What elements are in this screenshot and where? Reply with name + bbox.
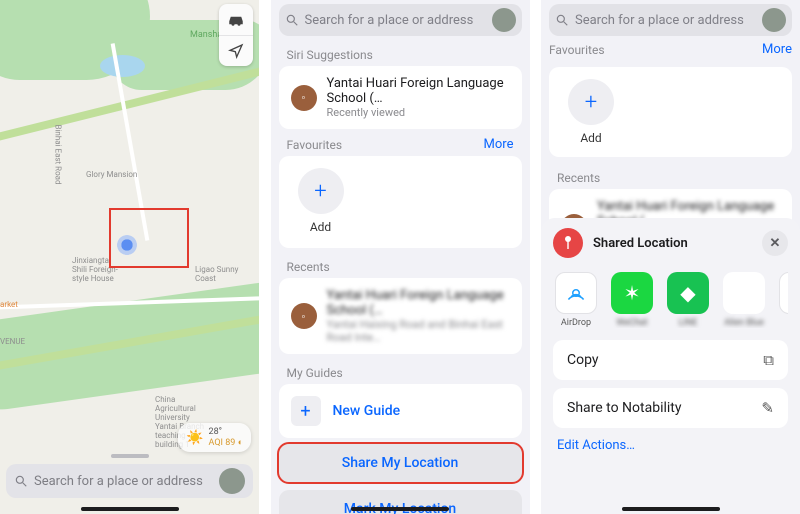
copy-label: Copy	[567, 352, 599, 368]
weather-aqi: AQI 89	[209, 438, 236, 448]
new-guide-label: New Guide	[333, 403, 401, 419]
close-icon: ✕	[770, 236, 781, 251]
favourites-add-button[interactable]: + Add	[561, 79, 621, 145]
share-target-more[interactable]: •	[779, 272, 788, 328]
place-pin-icon: ◦	[291, 85, 317, 111]
share-target-label: AirDrop	[561, 318, 591, 328]
profile-avatar[interactable]	[762, 8, 786, 32]
share-sheet-title: Shared Location	[593, 236, 688, 251]
share-target-label: LINE	[679, 318, 698, 328]
search-placeholder: Search for a place or address	[575, 13, 744, 28]
place-pin-icon: ◦	[291, 303, 317, 329]
map-label-avenue: VENUE	[0, 337, 25, 346]
favourites-add-label: Add	[580, 131, 601, 145]
map-label-ligao: Ligao Sunny Coast	[195, 265, 238, 283]
location-arrow-icon	[228, 43, 244, 59]
plus-icon: +	[568, 79, 614, 125]
plus-icon: +	[298, 168, 344, 214]
notability-label: Share to Notability	[567, 400, 682, 416]
recenter-button[interactable]	[219, 35, 253, 67]
share-target-reddit[interactable]: ☺ Alien Blue	[723, 272, 765, 328]
search-placeholder: Search for a place or address	[34, 474, 203, 489]
wechat-icon: ✶	[611, 272, 653, 314]
section-favourites-label: Favourites	[549, 43, 605, 57]
favourites-card: + Add	[279, 156, 522, 248]
recents-item[interactable]: ◦ Yantai Huari Foreign Language School (…	[279, 278, 522, 354]
share-target-label: Alien Blue	[724, 318, 764, 328]
share-target-line[interactable]: ◆ LINE	[667, 272, 709, 328]
recents-item-subtitle: Yantai Haixing Road and Binhai East Road…	[327, 318, 510, 344]
edit-actions-link[interactable]: Edit Actions…	[553, 428, 788, 453]
copy-icon: ⧉	[763, 351, 774, 369]
share-my-location-button[interactable]: Share My Location	[279, 444, 522, 482]
drawer-handle[interactable]	[111, 454, 149, 458]
favourites-card: + Add	[549, 67, 792, 157]
copy-action[interactable]: Copy ⧉	[553, 340, 788, 380]
map-label-arket: arket	[0, 300, 18, 309]
close-button[interactable]: ✕	[762, 230, 788, 256]
new-guide-button[interactable]: + New Guide	[287, 388, 514, 434]
phone-map-screen: Manshanzi Glory Mansion Jinxiangtai Shil…	[0, 0, 259, 514]
favourites-add-label: Add	[310, 220, 331, 234]
line-icon: ◆	[667, 272, 709, 314]
plus-icon: +	[291, 396, 321, 426]
share-target-airdrop[interactable]: AirDrop	[555, 272, 597, 328]
siri-item-subtitle: Recently viewed	[327, 106, 510, 119]
car-icon	[227, 12, 245, 26]
search-icon	[14, 474, 28, 488]
search-bar[interactable]: Search for a place or address	[6, 464, 253, 498]
more-icon: •	[779, 272, 788, 314]
favourites-add-button[interactable]: + Add	[291, 168, 351, 234]
search-placeholder: Search for a place or address	[305, 13, 474, 28]
map-label-glory: Glory Mansion	[86, 170, 137, 179]
profile-avatar[interactable]	[219, 468, 245, 494]
siri-suggestion-item[interactable]: ◦ Yantai Huari Foreign Language School (…	[279, 66, 522, 129]
section-recents-label: Recents	[541, 165, 800, 189]
home-indicator	[81, 507, 179, 511]
home-indicator	[622, 507, 720, 511]
home-indicator	[351, 507, 449, 511]
annotation-highlight-box	[109, 208, 189, 268]
favourites-more-link[interactable]: More	[484, 137, 514, 152]
search-icon	[555, 13, 569, 27]
pencil-icon: ✎	[761, 399, 774, 417]
section-recents-label: Recents	[279, 254, 522, 278]
airdrop-icon	[555, 272, 597, 314]
map-label-binhai: Binhai East Road	[54, 124, 63, 184]
siri-item-title: Yantai Huari Foreign Language School (…	[327, 76, 510, 106]
phone-search-sheet-screen: Search for a place or address Siri Sugge…	[271, 0, 530, 514]
search-icon	[285, 13, 299, 27]
share-sheet: Shared Location ✕ AirDrop ✶ WeChat ◆ LIN…	[541, 218, 800, 514]
share-target-wechat[interactable]: ✶ WeChat	[611, 272, 653, 328]
share-target-label: WeChat	[616, 318, 647, 328]
driving-mode-button[interactable]	[219, 4, 253, 35]
share-notability-action[interactable]: Share to Notability ✎	[553, 388, 788, 428]
section-myguides-label: My Guides	[279, 360, 522, 384]
recents-item-title: Yantai Huari Foreign Language School (…	[327, 288, 510, 318]
profile-avatar[interactable]	[492, 8, 516, 32]
section-favourites-label: Favourites	[287, 138, 343, 152]
weather-widget[interactable]: ☀️ 28° AQI 89 ◐	[178, 423, 251, 452]
reddit-icon: ☺	[723, 272, 765, 314]
share-targets-row: AirDrop ✶ WeChat ◆ LINE ☺ Alien Blue •	[555, 272, 788, 328]
map-mode-toggle	[219, 4, 253, 66]
location-pin-icon	[553, 228, 583, 258]
weather-temp: 28°	[209, 427, 222, 437]
phone-share-sheet-screen: Search for a place or address Favourites…	[541, 0, 800, 514]
search-bar[interactable]: Search for a place or address	[549, 4, 792, 36]
search-bar[interactable]: Search for a place or address	[279, 4, 522, 36]
section-siri-suggestions-label: Siri Suggestions	[279, 42, 522, 66]
favourites-more-link[interactable]: More	[762, 42, 792, 57]
sun-icon: ☀️	[186, 430, 203, 446]
